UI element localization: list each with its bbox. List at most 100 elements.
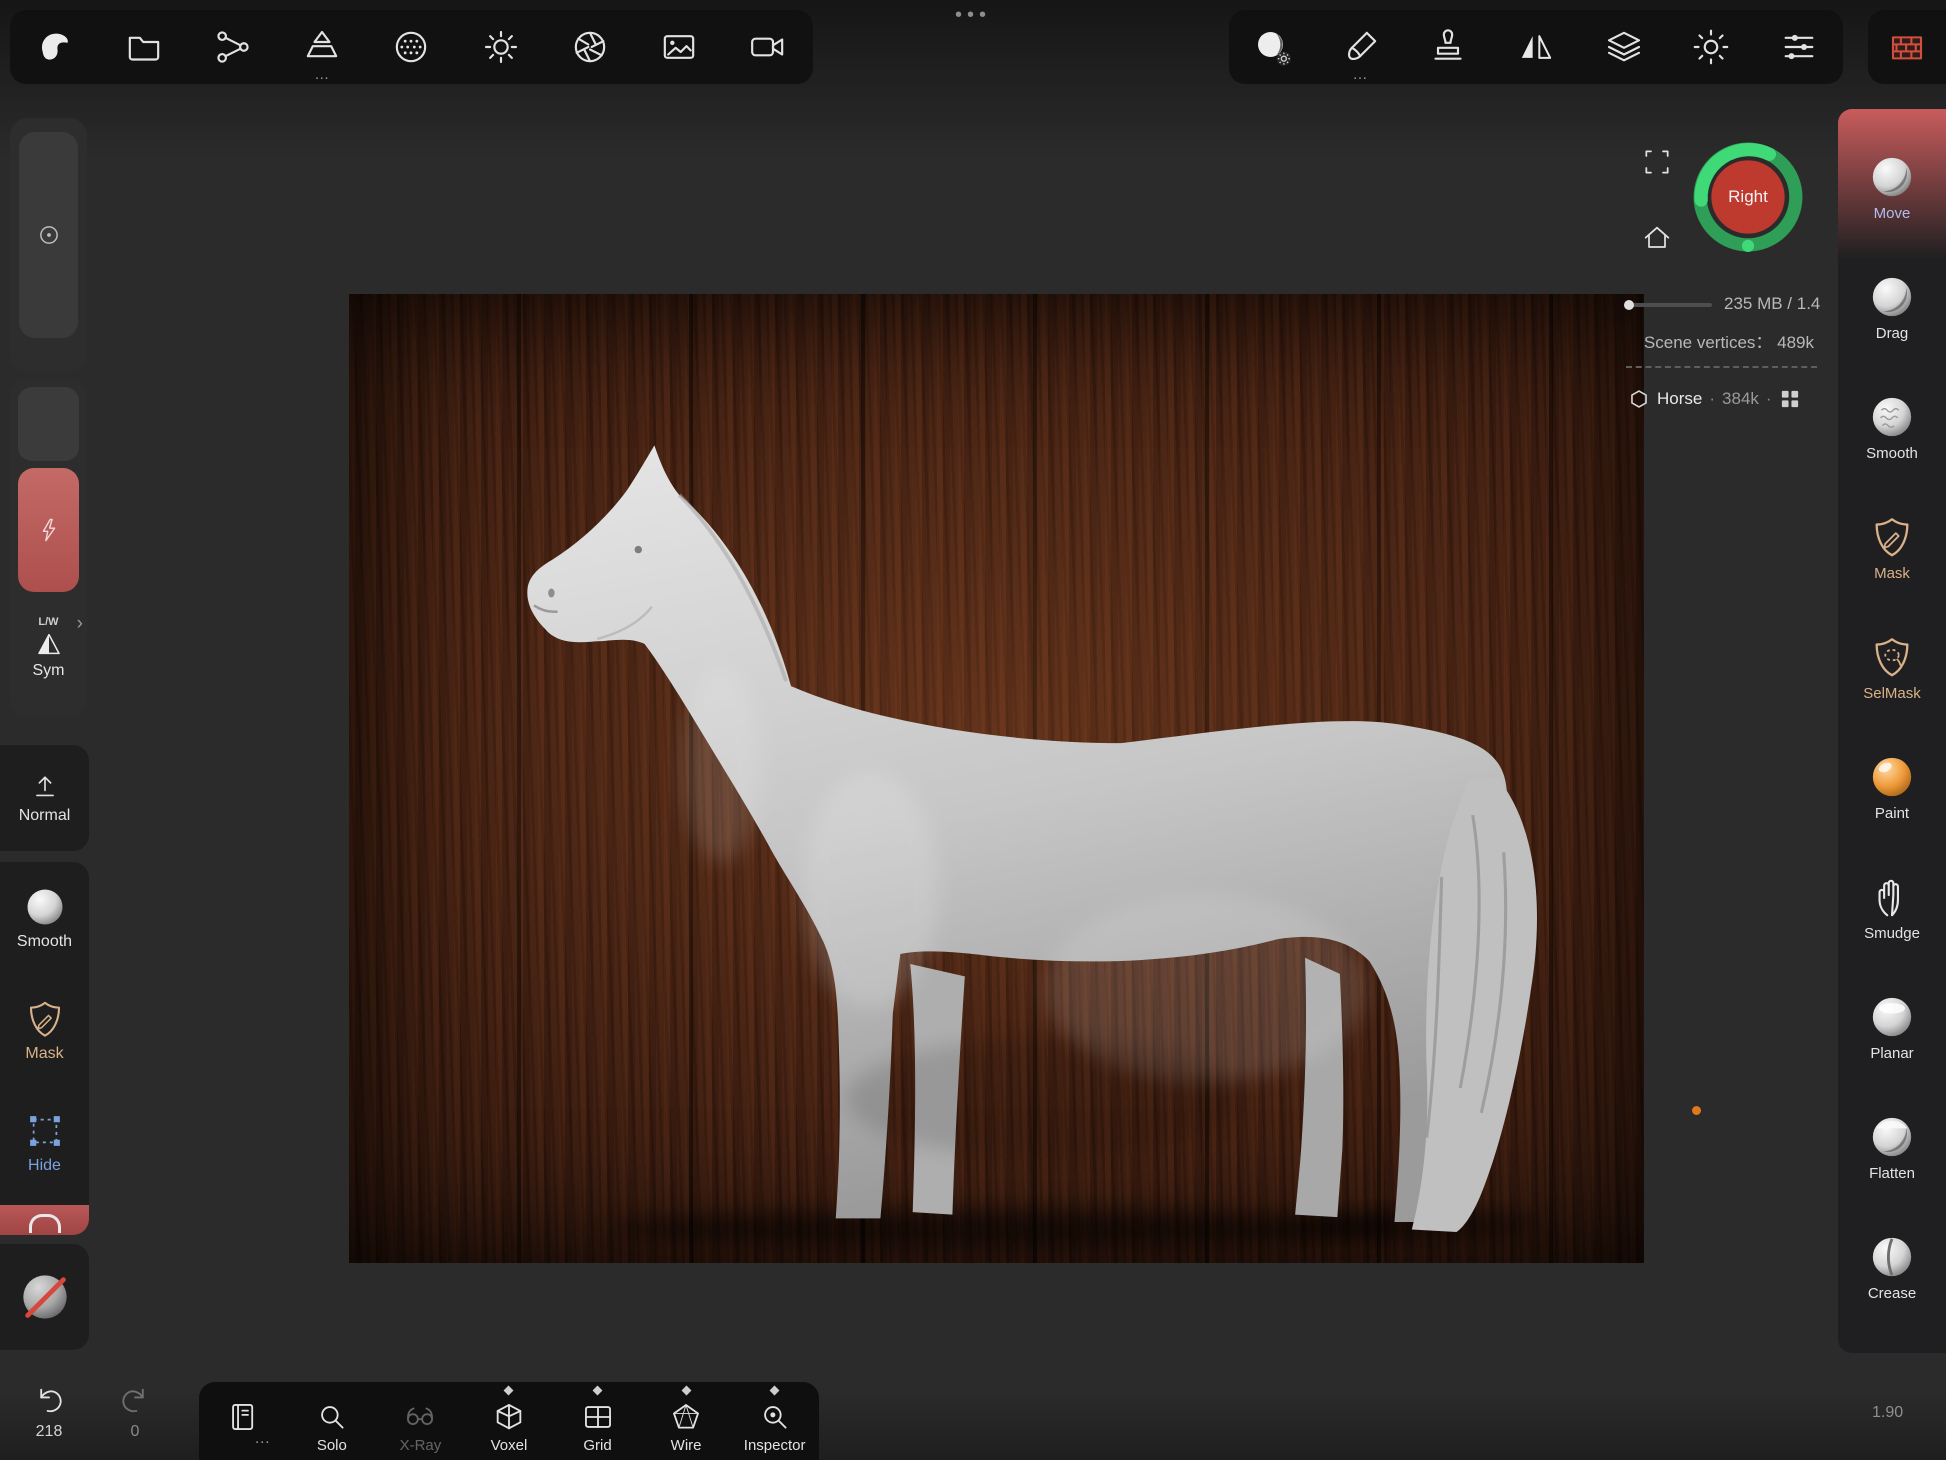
undo-count: 218 [18, 1423, 80, 1441]
mini-grid-icon [1779, 388, 1801, 410]
tool-label: Flatten [1869, 1165, 1915, 1182]
folder-button[interactable] [113, 15, 175, 79]
tool-planar[interactable]: Planar [1838, 949, 1946, 1069]
tool-selmask[interactable]: SelMask [1838, 589, 1946, 709]
strength-slider[interactable] [18, 387, 79, 461]
home-view-button[interactable] [1641, 221, 1673, 253]
background-image-icon [659, 27, 699, 67]
orientation-gizmo[interactable]: Right [1692, 141, 1804, 253]
scene-vertices: Scene vertices： 489k [1644, 328, 1814, 353]
layers-icon [1604, 27, 1644, 67]
tool-label: Paint [1875, 805, 1909, 822]
bottom-solo[interactable]: Solo [290, 1382, 374, 1460]
background-image-button[interactable] [648, 15, 710, 79]
matcap-material-icon [1253, 27, 1293, 67]
bottom-inspector[interactable]: Inspector [733, 1382, 817, 1460]
matcap-material-button[interactable] [1242, 15, 1304, 79]
overflow-menu-dots[interactable]: ••• [955, 4, 991, 27]
mask-shortcut[interactable]: Mask [0, 974, 89, 1086]
notebook-button[interactable]: … [201, 1382, 285, 1460]
mask-label: Mask [25, 1045, 63, 1063]
toolbar-material: … [1229, 10, 1843, 84]
mirror-symmetry-button[interactable] [1505, 15, 1567, 79]
horse-model[interactable] [349, 294, 1644, 1263]
object-row[interactable]: Horse · 384k · [1628, 388, 1801, 410]
shield-pen-icon [24, 998, 66, 1040]
layers-button[interactable] [1593, 15, 1655, 79]
subdiv-pyramid-button[interactable]: … [291, 15, 353, 79]
camera-aperture-icon [570, 27, 610, 67]
submenu-diamond-icon [770, 1386, 780, 1396]
interface-sliders-button[interactable] [1768, 15, 1830, 79]
smooth-shortcut[interactable]: Smooth [0, 862, 89, 974]
bottom-wire[interactable]: Wire [644, 1382, 728, 1460]
paint-brush-icon [1341, 27, 1381, 67]
tool-flatten[interactable]: Flatten [1838, 1069, 1946, 1189]
dashed-select-icon [24, 1110, 66, 1152]
stroke-panel [10, 118, 87, 372]
tool-smudge[interactable]: Smudge [1838, 829, 1946, 949]
node-graph-button[interactable] [202, 15, 264, 79]
display-toggle-label: Inspector [744, 1437, 806, 1455]
nomad-sculpt-window: … ••• … [0, 0, 1946, 1460]
fullscreen-icon [1641, 146, 1673, 178]
material-toggle-button[interactable] [0, 1244, 89, 1350]
intensity-slider[interactable] [18, 468, 79, 592]
tool-drag[interactable]: Drag [1838, 229, 1946, 349]
bottom-x-ray[interactable]: X-Ray [378, 1382, 462, 1460]
fullscreen-button[interactable] [1641, 146, 1673, 178]
tool-paint[interactable]: Paint [1838, 709, 1946, 829]
chevron-right-icon[interactable]: › [77, 613, 83, 635]
sphere-crease-icon [1869, 1234, 1915, 1280]
circle-dot-icon[interactable] [34, 220, 64, 250]
partial-next-item[interactable] [0, 1205, 89, 1235]
redo-button[interactable]: 0 [104, 1384, 166, 1441]
radius-slider[interactable] [19, 132, 78, 338]
memory-usage: 235 MB / 1.4 [1724, 294, 1820, 314]
render-mode-button[interactable] [1868, 10, 1946, 84]
undo-button[interactable]: 218 [18, 1384, 80, 1441]
voxel-cube-icon [492, 1400, 526, 1434]
notebook-icon [226, 1400, 260, 1434]
tool-mask[interactable]: Mask [1838, 469, 1946, 589]
tool-pinch[interactable]: Pinch [1838, 1309, 1946, 1353]
submenu-diamond-icon [504, 1386, 514, 1396]
tool-sidebar: Move Drag Smooth Mask SelMask Paint Smud… [1838, 109, 1946, 1353]
sym-triangle-icon[interactable] [34, 629, 64, 659]
camera-video-button[interactable] [737, 15, 799, 79]
tool-move[interactable]: Move [1838, 109, 1946, 229]
normal-mode-button[interactable]: Normal [0, 745, 89, 851]
voxel-sphere-button[interactable] [380, 15, 442, 79]
tool-label: Smudge [1864, 925, 1920, 942]
quick-tools-panel: Smooth Mask Hide [0, 862, 89, 1235]
undo-arrow-icon [32, 1384, 66, 1418]
hide-shortcut[interactable]: Hide [0, 1086, 89, 1198]
display-toggle-label: Grid [583, 1437, 611, 1455]
display-toolbar: … Solo X-Ray Voxel Grid [199, 1382, 819, 1460]
tool-label: Planar [1870, 1045, 1913, 1062]
node-graph-icon [213, 27, 253, 67]
grid-table-icon [581, 1400, 615, 1434]
nomad-logo-button[interactable] [24, 15, 86, 79]
tool-smooth[interactable]: Smooth [1838, 349, 1946, 469]
settings-gear-button[interactable] [1680, 15, 1742, 79]
tool-crease[interactable]: Crease [1838, 1189, 1946, 1309]
tool-label: Drag [1876, 325, 1909, 342]
sphere-flatten-icon [1869, 1114, 1915, 1160]
stamp-button[interactable] [1417, 15, 1479, 79]
camera-video-icon [748, 27, 788, 67]
bottom-voxel[interactable]: Voxel [467, 1382, 551, 1460]
more-dots: … [314, 66, 330, 83]
camera-aperture-button[interactable] [559, 15, 621, 79]
paint-brush-button[interactable]: … [1330, 15, 1392, 79]
lw-label[interactable]: L/W [38, 616, 58, 628]
tool-label: Crease [1868, 1285, 1916, 1302]
sphere-rough-icon [1869, 394, 1915, 440]
subdiv-pyramid-icon [302, 27, 342, 67]
viewport-canvas[interactable] [349, 294, 1644, 1263]
sym-label[interactable]: Sym [33, 662, 65, 680]
light-sun-button[interactable] [470, 15, 532, 79]
mirror-symmetry-icon [1516, 27, 1556, 67]
brush-settings-panel: L/W › Sym [10, 379, 87, 717]
bottom-grid[interactable]: Grid [556, 1382, 640, 1460]
